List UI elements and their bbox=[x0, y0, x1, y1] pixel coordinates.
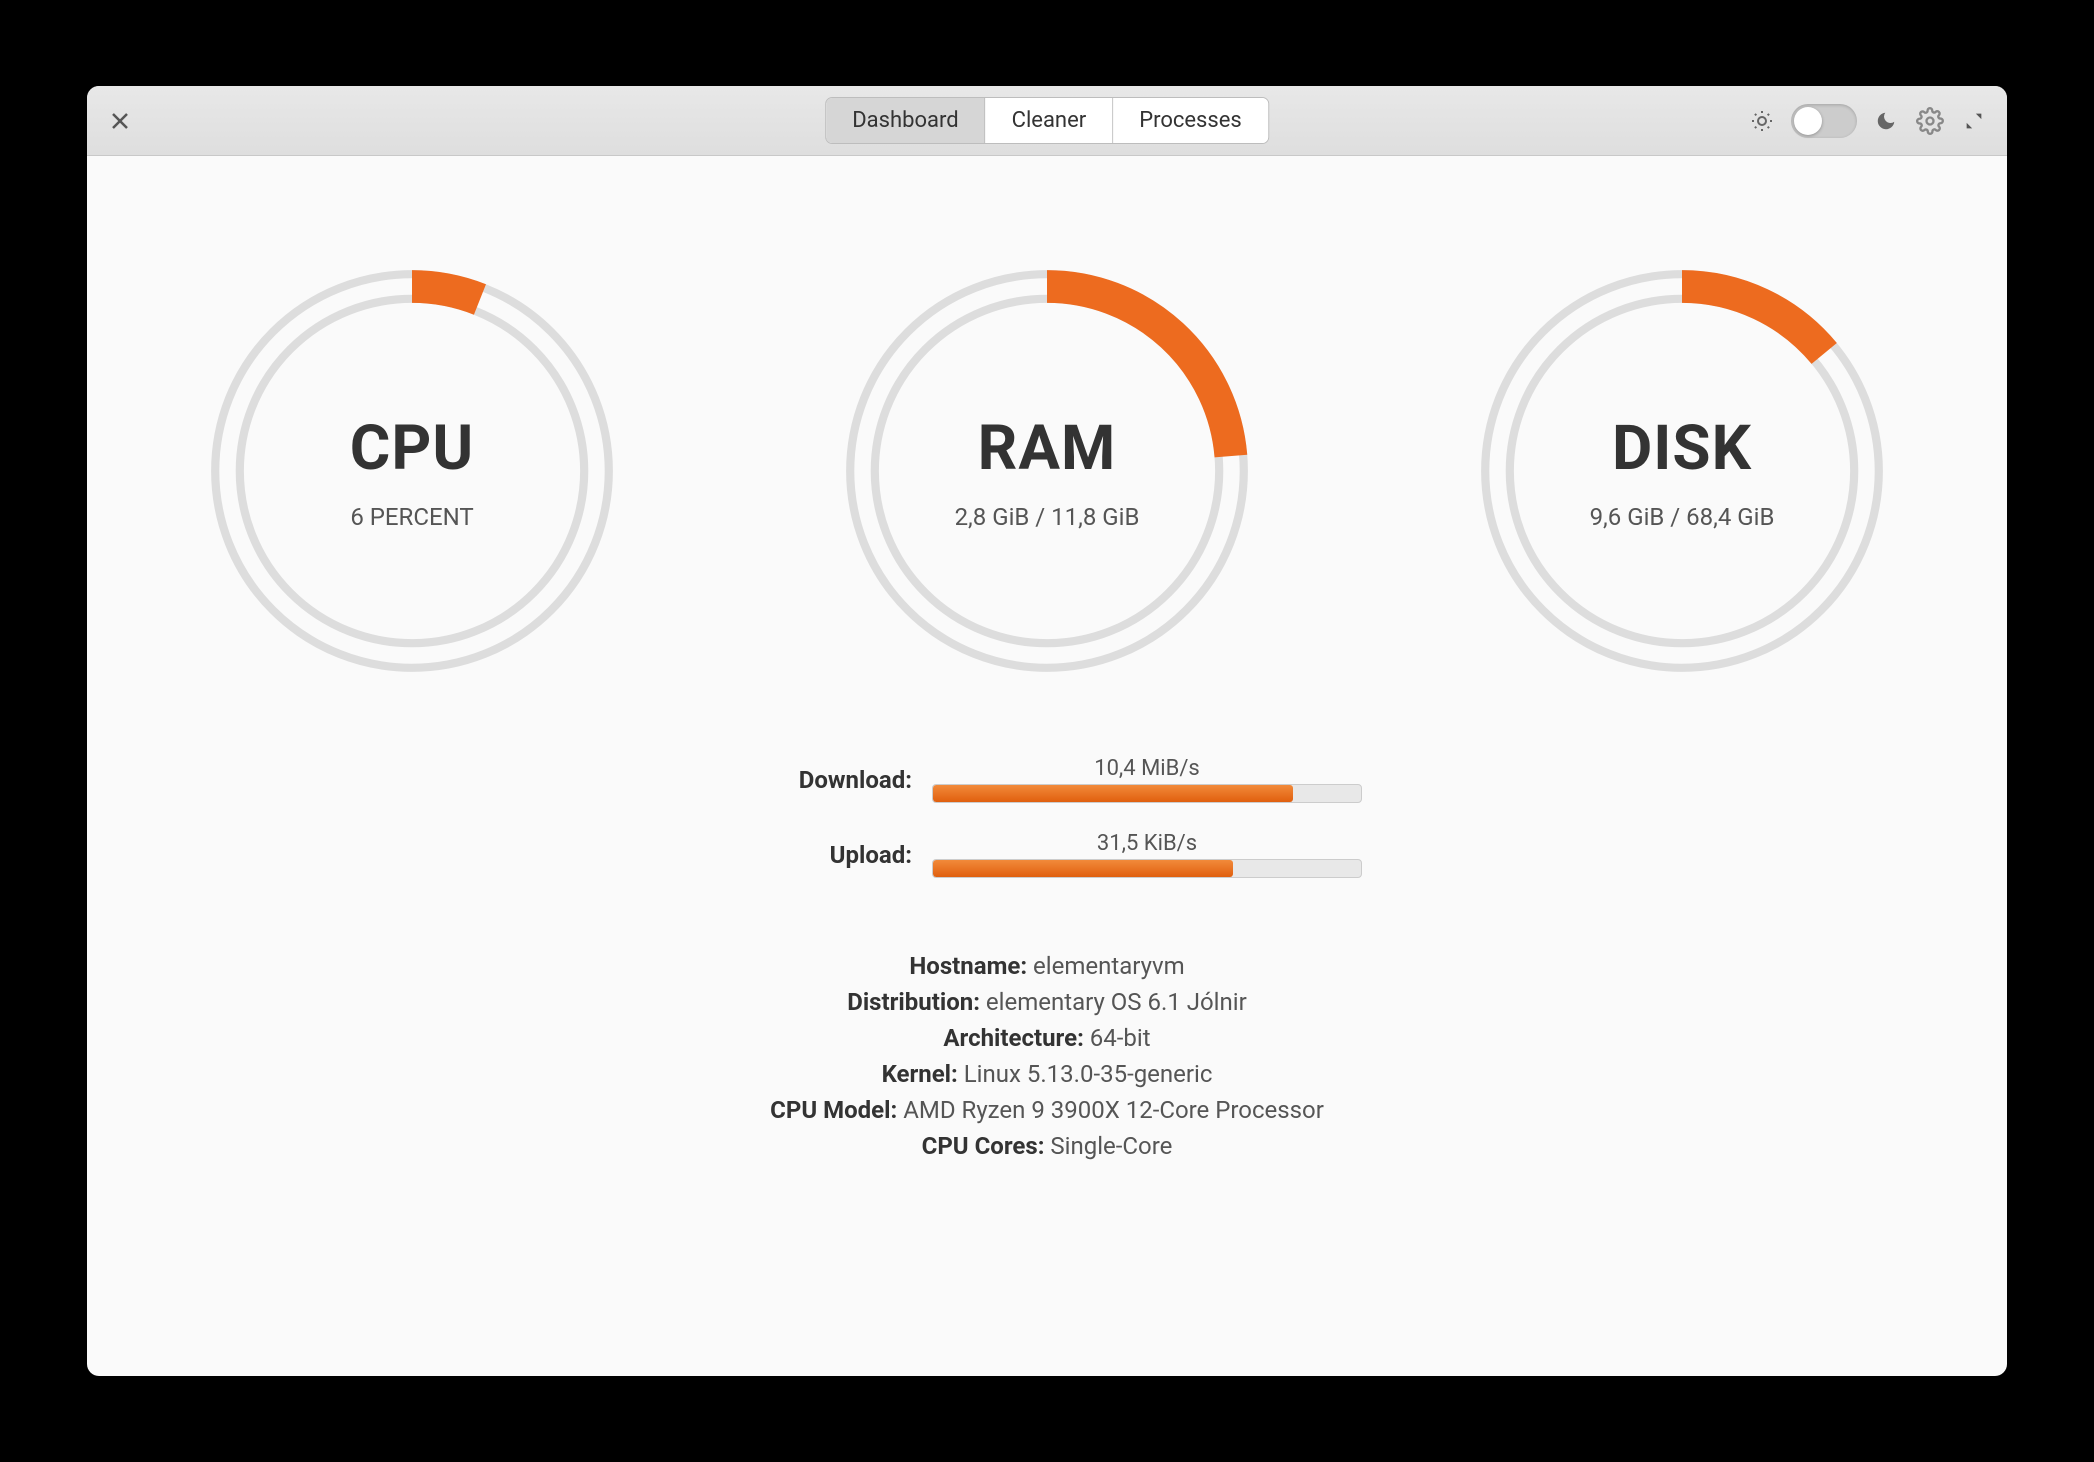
app-window: Dashboard Cleaner Processes bbox=[87, 86, 2007, 1376]
close-button[interactable] bbox=[105, 106, 135, 136]
tab-processes[interactable]: Processes bbox=[1113, 98, 1268, 143]
close-icon bbox=[111, 112, 129, 130]
network-panel: Download: 10,4 MiB/s Upload: 31,5 KiB/s bbox=[732, 756, 1362, 878]
dashboard-content: CPU 6 PERCENT RAM 2,8 GiB / 11,8 GiB bbox=[87, 156, 2007, 1376]
upload-value: 31,5 KiB/s bbox=[932, 831, 1362, 856]
tab-cleaner[interactable]: Cleaner bbox=[986, 98, 1114, 143]
architecture-value: 64-bit bbox=[1090, 1024, 1151, 1052]
toggle-knob bbox=[1794, 107, 1822, 135]
kernel-value: Linux 5.13.0-35-generic bbox=[964, 1060, 1213, 1088]
titlebar-right-controls bbox=[1747, 104, 1989, 138]
architecture-label: Architecture: bbox=[943, 1024, 1083, 1052]
distribution-label: Distribution: bbox=[847, 988, 980, 1016]
fullscreen-button[interactable] bbox=[1959, 106, 1989, 136]
theme-toggle[interactable] bbox=[1791, 104, 1857, 138]
upload-bar-wrap: 31,5 KiB/s bbox=[932, 831, 1362, 878]
download-bar-wrap: 10,4 MiB/s bbox=[932, 756, 1362, 803]
cpu-cores-label: CPU Cores: bbox=[922, 1132, 1045, 1160]
cpu-gauge: CPU 6 PERCENT bbox=[207, 266, 617, 676]
download-value: 10,4 MiB/s bbox=[932, 756, 1362, 781]
disk-gauge: DISK 9,6 GiB / 68,4 GiB bbox=[1477, 266, 1887, 676]
tab-group: Dashboard Cleaner Processes bbox=[825, 97, 1269, 144]
hostname-value: elementaryvm bbox=[1033, 952, 1185, 980]
download-bar bbox=[932, 784, 1362, 803]
upload-bar-fill bbox=[933, 860, 1233, 877]
download-bar-fill bbox=[933, 785, 1293, 802]
gauges-row: CPU 6 PERCENT RAM 2,8 GiB / 11,8 GiB bbox=[207, 266, 1887, 676]
titlebar: Dashboard Cleaner Processes bbox=[87, 86, 2007, 156]
cpu-model-value: AMD Ryzen 9 3900X 12-Core Processor bbox=[903, 1096, 1324, 1124]
hostname-label: Hostname: bbox=[909, 952, 1027, 980]
distribution-value: elementary OS 6.1 Jólnir bbox=[986, 988, 1247, 1016]
settings-button[interactable] bbox=[1915, 106, 1945, 136]
sun-icon bbox=[1747, 106, 1777, 136]
upload-bar bbox=[932, 859, 1362, 878]
moon-icon bbox=[1871, 106, 1901, 136]
kernel-label: Kernel: bbox=[882, 1060, 958, 1088]
cpu-cores-value: Single-Core bbox=[1050, 1132, 1172, 1160]
cpu-model-label: CPU Model: bbox=[770, 1096, 897, 1124]
system-info: Hostname: elementaryvm Distribution: ele… bbox=[770, 948, 1324, 1164]
tab-dashboard[interactable]: Dashboard bbox=[826, 98, 985, 143]
upload-label: Upload: bbox=[732, 841, 912, 869]
gear-icon bbox=[1916, 107, 1944, 135]
download-label: Download: bbox=[732, 766, 912, 794]
fullscreen-icon bbox=[1963, 110, 1985, 132]
ram-gauge: RAM 2,8 GiB / 11,8 GiB bbox=[842, 266, 1252, 676]
